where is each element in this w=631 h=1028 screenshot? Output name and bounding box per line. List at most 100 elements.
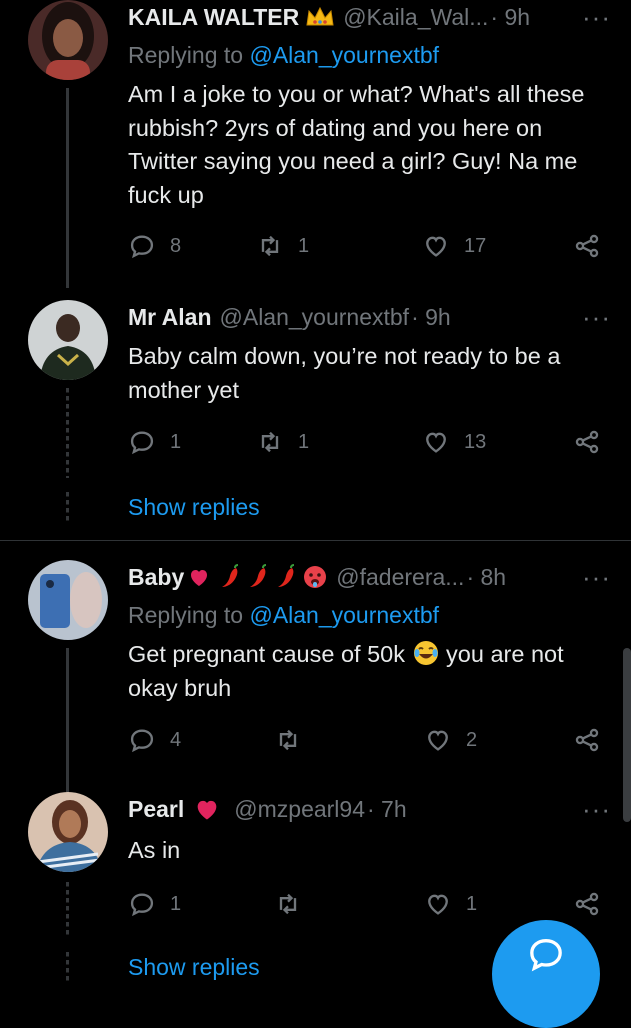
timestamp[interactable]: · 7h xyxy=(367,796,407,823)
thread-line xyxy=(66,388,69,478)
thread-line xyxy=(66,88,69,288)
tweet-actions: 1 1 13 xyxy=(128,428,603,458)
show-replies-dots xyxy=(66,952,69,982)
handle[interactable]: @faderera... xyxy=(336,564,464,591)
reply-count: 4 xyxy=(170,728,182,751)
more-options-button[interactable]: ··· xyxy=(582,300,611,334)
share-icon xyxy=(575,892,599,916)
mention-link[interactable]: @Alan_yournextbf xyxy=(249,42,439,68)
tweet-text: Get pregnant cause of 50k you are not ok… xyxy=(128,639,564,701)
share-icon xyxy=(575,234,599,258)
timestamp[interactable]: · 9h xyxy=(411,304,451,331)
thread-divider xyxy=(0,540,631,541)
retweet-icon xyxy=(279,729,297,751)
heart-icon xyxy=(426,236,446,257)
chili-pepper-icon xyxy=(218,564,242,590)
avatar[interactable] xyxy=(28,560,108,640)
avatar[interactable] xyxy=(28,0,108,80)
timestamp[interactable]: · 8h xyxy=(466,564,506,591)
tweet-text: Am I a joke to you or what? What's all t… xyxy=(128,81,585,208)
share-icon xyxy=(575,728,599,752)
laughing-emoji-icon xyxy=(412,639,440,667)
tweet-text: Baby calm down, you’re not ready to be a… xyxy=(128,343,561,403)
reply-button[interactable]: 1 xyxy=(128,890,181,918)
show-replies-dots xyxy=(66,492,69,522)
retweet-button[interactable] xyxy=(274,726,316,754)
display-name[interactable]: KAILA WALTER xyxy=(128,4,299,31)
reply-icon xyxy=(130,431,154,455)
timestamp[interactable]: · 9h xyxy=(490,4,530,31)
more-options-button[interactable]: ··· xyxy=(582,0,611,34)
retweet-icon xyxy=(261,431,279,453)
handle[interactable]: @Kaila_Wal... xyxy=(343,4,488,31)
like-count: 1 xyxy=(466,892,478,915)
chili-pepper-icon xyxy=(274,564,298,590)
hot-face-emoji-icon xyxy=(302,564,328,590)
tweet-actions: 8 1 17 xyxy=(128,232,603,262)
share-button[interactable] xyxy=(573,232,601,260)
show-replies-link[interactable]: Show replies xyxy=(128,494,260,521)
like-button[interactable]: 13 xyxy=(422,428,486,456)
reply-button[interactable]: 4 xyxy=(128,726,181,754)
retweet-button[interactable]: 1 xyxy=(256,232,309,260)
share-button[interactable] xyxy=(573,726,601,754)
tweet-actions: 4 2 xyxy=(128,726,603,756)
handle[interactable]: @Alan_yournextbf xyxy=(220,304,410,331)
reply-icon xyxy=(130,729,154,753)
retweet-icon xyxy=(261,235,279,257)
tweet-header: Mr Alan @Alan_yournextbf · 9h ··· xyxy=(128,300,611,334)
crown-icon xyxy=(305,5,335,29)
display-name[interactable]: Mr Alan xyxy=(128,304,212,331)
reply-icon xyxy=(130,235,154,259)
thread-line xyxy=(66,882,69,938)
reply-count: 8 xyxy=(170,234,182,257)
reply-count: 1 xyxy=(170,892,182,915)
retweet-count: 1 xyxy=(298,430,310,453)
scrollbar-thumb[interactable] xyxy=(623,648,631,822)
tweet-header: Pearl @mzpearl94 · 7h ··· xyxy=(128,792,611,826)
reply-button[interactable]: 1 xyxy=(128,428,181,456)
retweet-count: 1 xyxy=(298,234,310,257)
display-name[interactable]: Pearl xyxy=(128,796,184,823)
heart-icon xyxy=(428,894,448,915)
retweet-button[interactable] xyxy=(274,890,316,918)
share-icon xyxy=(575,430,599,454)
handle[interactable]: @mzpearl94 xyxy=(234,796,365,823)
heart-icon xyxy=(428,730,448,751)
tweet-mr-alan[interactable]: Mr Alan @Alan_yournextbf · 9h ··· Baby c… xyxy=(0,300,631,540)
mention-link[interactable]: @Alan_yournextbf xyxy=(249,602,439,628)
avatar[interactable] xyxy=(28,300,108,380)
like-button[interactable]: 1 xyxy=(424,890,477,918)
tweet-baby[interactable]: Baby @faderera... · 8h ··· Replying to @… xyxy=(0,560,631,798)
like-count: 2 xyxy=(466,728,478,751)
show-replies-link[interactable]: Show replies xyxy=(128,954,260,981)
retweet-icon xyxy=(279,893,297,915)
avatar[interactable] xyxy=(28,792,108,872)
more-options-button[interactable]: ··· xyxy=(582,792,611,826)
tweet-header: Baby @faderera... · 8h ··· xyxy=(128,560,611,594)
chili-pepper-icon xyxy=(246,564,270,590)
heart-emoji-icon xyxy=(186,565,212,589)
more-options-button[interactable]: ··· xyxy=(582,560,611,594)
like-button[interactable]: 17 xyxy=(422,232,486,260)
tweet-kaila-walter[interactable]: KAILA WALTER @Kaila_Wal... · 9h ··· Repl… xyxy=(0,0,631,288)
tweet-actions: 1 1 xyxy=(128,890,603,920)
display-name[interactable]: Baby xyxy=(128,564,184,591)
tweet-header: KAILA WALTER @Kaila_Wal... · 9h ··· xyxy=(128,0,611,34)
like-count: 13 xyxy=(464,430,487,453)
retweet-button[interactable]: 1 xyxy=(256,428,309,456)
replying-to: Replying to @Alan_yournextbf xyxy=(128,602,440,628)
share-button[interactable] xyxy=(573,428,601,456)
like-count: 17 xyxy=(464,234,487,257)
reply-button[interactable]: 8 xyxy=(128,232,181,260)
compose-reply-icon xyxy=(530,938,562,972)
replying-to: Replying to @Alan_yournextbf xyxy=(128,42,440,68)
compose-reply-button[interactable] xyxy=(492,920,600,1028)
heart-emoji-icon xyxy=(192,795,222,823)
share-button[interactable] xyxy=(573,890,601,918)
reply-count: 1 xyxy=(170,430,182,453)
like-button[interactable]: 2 xyxy=(424,726,477,754)
reply-icon xyxy=(130,893,154,917)
heart-icon xyxy=(426,432,446,453)
tweet-text: As in xyxy=(128,837,181,863)
